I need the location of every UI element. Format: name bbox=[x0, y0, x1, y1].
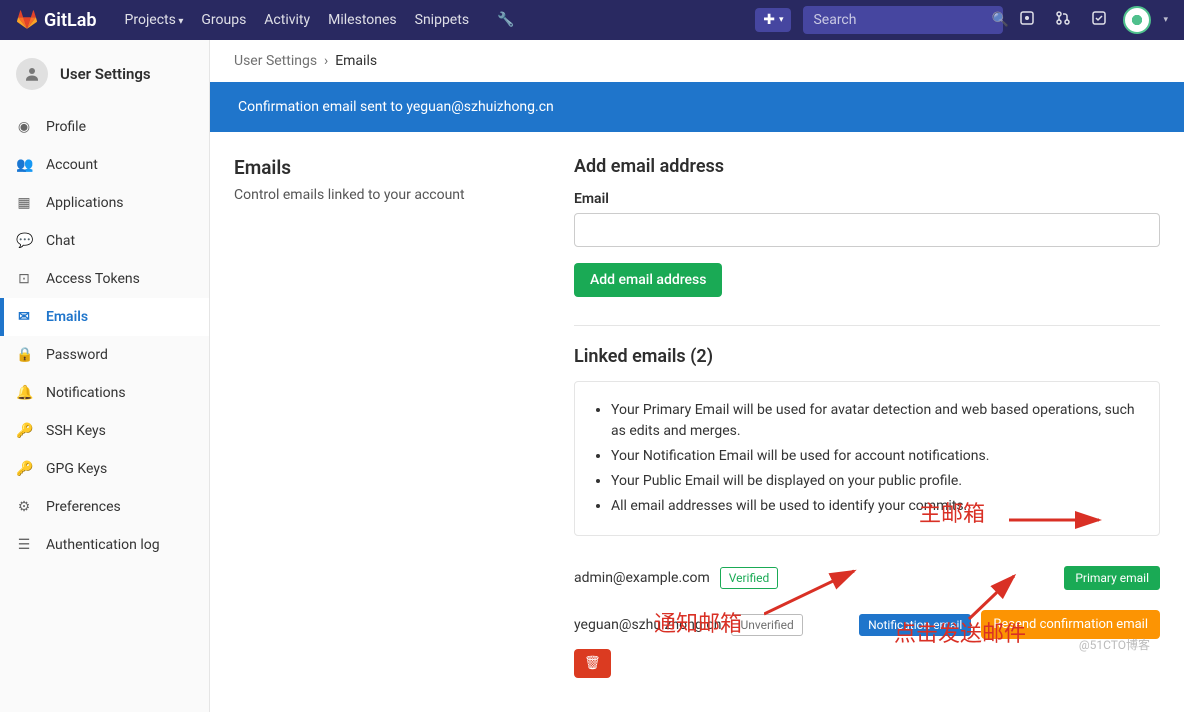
tanuki-icon bbox=[16, 10, 38, 30]
profile-icon: ◉ bbox=[16, 119, 32, 135]
sidebar-label: Account bbox=[46, 157, 98, 173]
plus-icon: ✚ bbox=[763, 12, 775, 28]
sidebar-item-ssh-keys[interactable]: 🔑 SSH Keys bbox=[0, 412, 209, 450]
section-title: Emails bbox=[234, 156, 534, 179]
token-icon: ⊡ bbox=[16, 271, 32, 287]
sidebar-item-gpg-keys[interactable]: 🔑 GPG Keys bbox=[0, 450, 209, 488]
right-column: Add email address Email Add email addres… bbox=[574, 156, 1160, 688]
alert-text: Confirmation email sent to yeguan@szhuiz… bbox=[238, 99, 554, 115]
log-icon: ☰ bbox=[16, 537, 32, 553]
account-icon: 👥 bbox=[16, 157, 32, 173]
email-input[interactable] bbox=[574, 213, 1160, 247]
search-icon: 🔍 bbox=[991, 12, 1008, 28]
left-column: Emails Control emails linked to your acc… bbox=[234, 156, 534, 688]
watermark: @51CTO博客 bbox=[1079, 636, 1150, 653]
confirmation-alert: Confirmation email sent to yeguan@szhuiz… bbox=[210, 82, 1184, 132]
notification-email-badge: Notification email bbox=[859, 614, 971, 636]
section-subtitle: Control emails linked to your account bbox=[234, 187, 534, 203]
sidebar-item-password[interactable]: 🔒 Password bbox=[0, 336, 209, 374]
preferences-icon: ⚙ bbox=[16, 499, 32, 515]
brand-text: GitLab bbox=[44, 10, 97, 31]
email-info-box: Your Primary Email will be used for avat… bbox=[574, 381, 1160, 536]
lock-icon: 🔒 bbox=[16, 347, 32, 363]
todos-icon[interactable] bbox=[1087, 6, 1111, 34]
sidebar-item-applications[interactable]: ▦ Applications bbox=[0, 184, 209, 222]
topbar: GitLab Projects Groups Activity Mileston… bbox=[0, 0, 1184, 40]
content: User Settings › Emails Confirmation emai… bbox=[210, 40, 1184, 712]
info-item: All email addresses will be used to iden… bbox=[611, 496, 1141, 517]
sidebar-title: User Settings bbox=[60, 65, 151, 83]
sidebar-item-notifications[interactable]: 🔔 Notifications bbox=[0, 374, 209, 412]
applications-icon: ▦ bbox=[16, 195, 32, 211]
sidebar-label: Password bbox=[46, 347, 108, 363]
sidebar-label: Applications bbox=[46, 195, 124, 211]
sidebar-label: Preferences bbox=[46, 499, 121, 515]
email-address: yeguan@szhuizhong.cn bbox=[574, 617, 721, 633]
email-row-secondary: yeguan@szhuizhong.cn Unverified Notifica… bbox=[574, 600, 1160, 688]
nav-projects[interactable]: Projects bbox=[125, 12, 184, 28]
add-email-heading: Add email address bbox=[574, 156, 1160, 177]
merge-requests-icon[interactable] bbox=[1051, 6, 1075, 34]
sidebar-label: Authentication log bbox=[46, 537, 160, 553]
info-item: Your Public Email will be displayed on y… bbox=[611, 471, 1141, 492]
sidebar: User Settings ◉ Profile 👥 Account ▦ Applica… bbox=[0, 40, 210, 712]
sidebar-header: User Settings bbox=[0, 40, 209, 108]
new-button[interactable]: ✚ ▾ bbox=[755, 8, 791, 32]
user-avatar[interactable] bbox=[1123, 6, 1151, 34]
info-item: Your Notification Email will be used for… bbox=[611, 446, 1141, 467]
sidebar-item-account[interactable]: 👥 Account bbox=[0, 146, 209, 184]
verified-badge: Verified bbox=[720, 567, 779, 589]
key-icon: 🔑 bbox=[16, 461, 32, 477]
sidebar-item-auth-log[interactable]: ☰ Authentication log bbox=[0, 526, 209, 564]
sidebar-item-access-tokens[interactable]: ⊡ Access Tokens bbox=[0, 260, 209, 298]
key-icon: 🔑 bbox=[16, 423, 32, 439]
email-label: Email bbox=[574, 191, 1160, 207]
search-box[interactable]: 🔍 bbox=[803, 6, 1003, 34]
sidebar-label: Notifications bbox=[46, 385, 126, 401]
chat-icon: 💬 bbox=[16, 233, 32, 249]
chevron-down-icon[interactable]: ▾ bbox=[1163, 15, 1168, 25]
email-row-primary: admin@example.com Verified Primary email bbox=[574, 556, 1160, 600]
sidebar-item-preferences[interactable]: ⚙ Preferences bbox=[0, 488, 209, 526]
nav-milestones[interactable]: Milestones bbox=[328, 12, 397, 28]
delete-email-button[interactable]: 🗑 bbox=[574, 649, 611, 678]
unverified-badge: Unverified bbox=[731, 614, 802, 636]
sidebar-label: SSH Keys bbox=[46, 423, 106, 439]
search-input[interactable] bbox=[813, 12, 991, 28]
add-email-button[interactable]: Add email address bbox=[574, 263, 722, 297]
gitlab-logo[interactable]: GitLab bbox=[16, 10, 97, 31]
sidebar-label: Emails bbox=[46, 309, 88, 325]
nav-groups[interactable]: Groups bbox=[201, 12, 246, 28]
sidebar-item-profile[interactable]: ◉ Profile bbox=[0, 108, 209, 146]
resend-confirmation-button[interactable]: Resend confirmation email bbox=[981, 610, 1160, 639]
divider bbox=[574, 325, 1160, 326]
breadcrumb: User Settings › Emails bbox=[210, 40, 1184, 82]
sidebar-label: GPG Keys bbox=[46, 461, 107, 477]
sidebar-label: Chat bbox=[46, 233, 75, 249]
issues-icon[interactable] bbox=[1015, 6, 1039, 34]
user-icon bbox=[16, 58, 48, 90]
nav-activity[interactable]: Activity bbox=[264, 12, 310, 28]
email-address: admin@example.com bbox=[574, 570, 710, 586]
info-item: Your Primary Email will be used for avat… bbox=[611, 400, 1141, 442]
primary-email-badge: Primary email bbox=[1064, 566, 1160, 590]
wrench-icon[interactable]: 🔧 bbox=[497, 12, 514, 28]
chevron-down-icon: ▾ bbox=[779, 15, 784, 25]
breadcrumb-root[interactable]: User Settings bbox=[234, 53, 317, 69]
top-nav: Projects Groups Activity Milestones Snip… bbox=[125, 12, 515, 28]
sidebar-item-chat[interactable]: 💬 Chat bbox=[0, 222, 209, 260]
topbar-right: ✚ ▾ 🔍 ▾ bbox=[755, 6, 1168, 34]
bell-icon: 🔔 bbox=[16, 385, 32, 401]
breadcrumb-current: Emails bbox=[335, 53, 377, 69]
sidebar-label: Profile bbox=[46, 119, 86, 135]
email-icon: ✉ bbox=[16, 309, 32, 325]
nav-snippets[interactable]: Snippets bbox=[415, 12, 469, 28]
trash-icon: 🗑 bbox=[584, 656, 601, 671]
sidebar-item-emails[interactable]: ✉ Emails bbox=[0, 298, 209, 336]
linked-emails-heading: Linked emails (2) bbox=[574, 346, 1160, 367]
sidebar-label: Access Tokens bbox=[46, 271, 140, 287]
